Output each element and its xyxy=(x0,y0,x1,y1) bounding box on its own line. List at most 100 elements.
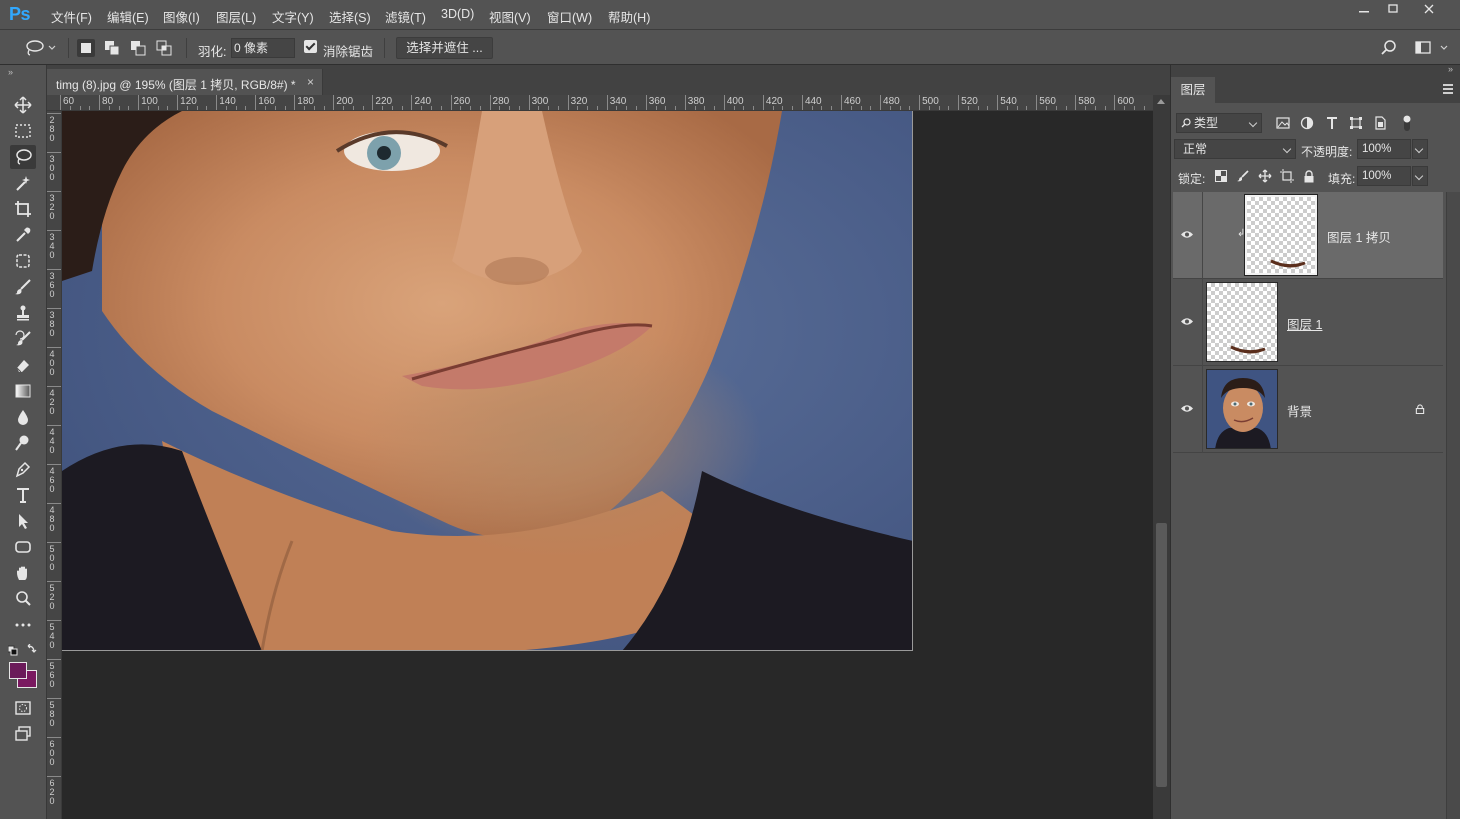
dodge-tool[interactable] xyxy=(10,431,36,455)
visibility-toggle[interactable] xyxy=(1173,366,1203,453)
ruler-label: 320 xyxy=(49,193,55,221)
menu-type[interactable]: 文字(Y) xyxy=(272,7,314,26)
screen-mode-button[interactable] xyxy=(10,722,36,746)
lock-all-button[interactable] xyxy=(1301,168,1317,184)
new-selection-button[interactable] xyxy=(77,39,95,57)
blend-mode-select[interactable]: 正常 xyxy=(1174,139,1296,159)
shape-tool[interactable] xyxy=(10,535,36,559)
filter-pixel-button[interactable] xyxy=(1275,115,1291,131)
blur-tool[interactable] xyxy=(10,405,36,429)
subtract-selection-button[interactable] xyxy=(129,39,147,57)
feather-input[interactable]: 0 像素 xyxy=(231,38,295,58)
layer-filter-select[interactable]: 类型 xyxy=(1176,113,1262,133)
frame-tool[interactable] xyxy=(10,249,36,273)
pen-tool[interactable] xyxy=(10,457,36,481)
stamp-tool[interactable] xyxy=(10,301,36,325)
document-tab-close-icon[interactable]: × xyxy=(307,75,314,89)
vertical-ruler: 280 300 320 340 360 380 400 420 440 460 480 500 520 5… xyxy=(47,111,62,819)
lock-position-button[interactable] xyxy=(1257,168,1273,184)
filter-toggle-switch[interactable] xyxy=(1399,115,1415,131)
menu-layer[interactable]: 图层(L) xyxy=(216,7,256,26)
menu-help[interactable]: 帮助(H) xyxy=(608,7,650,26)
collapse-icon[interactable]: » xyxy=(8,67,13,77)
opacity-input[interactable]: 100% xyxy=(1357,139,1411,159)
lasso-tool[interactable] xyxy=(10,145,36,169)
filter-shape-button[interactable] xyxy=(1348,115,1364,131)
maximize-button[interactable] xyxy=(1378,0,1408,18)
crop-tool[interactable] xyxy=(10,197,36,221)
menu-image[interactable]: 图像(I) xyxy=(163,7,200,26)
menu-file[interactable]: 文件(F) xyxy=(51,7,92,26)
gradient-tool[interactable] xyxy=(10,379,36,403)
menu-window[interactable]: 窗口(W) xyxy=(547,7,592,26)
visibility-toggle[interactable] xyxy=(1173,279,1203,366)
marquee-tool[interactable] xyxy=(10,119,36,143)
menu-3d[interactable]: 3D(D) xyxy=(441,7,474,21)
canvas-area[interactable] xyxy=(62,111,1153,819)
zoom-tool[interactable] xyxy=(10,587,36,611)
layer-row-layer1-copy[interactable]: ↲ 图层 1 拷贝 xyxy=(1173,192,1443,279)
fill-input[interactable]: 100% xyxy=(1357,166,1411,186)
tool-preset-picker[interactable] xyxy=(24,39,60,57)
visibility-toggle[interactable] xyxy=(1173,192,1203,279)
opacity-dropdown-button[interactable] xyxy=(1412,139,1428,159)
swap-colors-button[interactable] xyxy=(7,643,38,656)
scroll-up-arrow-icon[interactable] xyxy=(1157,99,1165,104)
layer-name[interactable]: 背景 xyxy=(1287,401,1312,420)
eyedropper-tool[interactable] xyxy=(10,223,36,247)
history-brush-tool[interactable] xyxy=(10,327,36,351)
close-button[interactable] xyxy=(1414,0,1444,18)
quick-mask-button[interactable] xyxy=(10,696,36,720)
filter-adjustment-button[interactable] xyxy=(1299,115,1315,131)
antialias-label: 消除锯齿 xyxy=(323,45,374,59)
menu-filter[interactable]: 滤镜(T) xyxy=(385,7,426,26)
eraser-tool[interactable] xyxy=(10,353,36,377)
layer-name[interactable]: 图层 1 拷贝 xyxy=(1327,227,1391,246)
layer-row-background[interactable]: 背景 xyxy=(1173,366,1443,453)
filter-smart-object-button[interactable] xyxy=(1372,115,1388,131)
document-image[interactable] xyxy=(62,111,913,651)
minimize-button[interactable] xyxy=(1349,0,1379,18)
document-tab[interactable]: timg (8).jpg @ 195% (图层 1 拷贝, RGB/8#) * … xyxy=(47,69,323,95)
foreground-color-swatch[interactable] xyxy=(9,662,27,679)
layers-panel-scrollbar[interactable] xyxy=(1446,192,1460,819)
scrollbar-thumb[interactable] xyxy=(1156,523,1167,787)
fill-dropdown-button[interactable] xyxy=(1412,166,1428,186)
canvas-vertical-scrollbar[interactable] xyxy=(1153,95,1170,819)
ruler-label: 340 xyxy=(609,96,627,107)
layers-list: ↲ 图层 1 拷贝 图层 1 背景 xyxy=(1173,192,1443,454)
magic-wand-tool[interactable] xyxy=(10,171,36,195)
layer-row-layer1[interactable]: 图层 1 xyxy=(1173,279,1443,366)
lock-artboard-button[interactable] xyxy=(1279,168,1295,184)
move-tool[interactable] xyxy=(10,93,36,117)
more-tools[interactable] xyxy=(10,613,36,637)
antialias-checkbox[interactable] xyxy=(304,40,317,53)
menu-select[interactable]: 选择(S) xyxy=(329,7,371,26)
brush-tool[interactable] xyxy=(10,275,36,299)
intersect-selection-button[interactable] xyxy=(155,39,173,57)
path-selection-tool[interactable] xyxy=(10,509,36,533)
lock-image-button[interactable] xyxy=(1235,168,1251,184)
menu-edit[interactable]: 编辑(E) xyxy=(107,7,149,26)
layer-thumbnail[interactable] xyxy=(1244,194,1318,276)
add-selection-button[interactable] xyxy=(103,39,121,57)
panel-collapse-icon[interactable]: » xyxy=(1448,64,1453,74)
workspace-button[interactable] xyxy=(1414,39,1450,57)
tab-layers[interactable]: 图层 xyxy=(1171,77,1215,103)
filter-type-button[interactable] xyxy=(1324,115,1340,131)
ruler-tick xyxy=(47,386,61,387)
ruler-tick xyxy=(47,776,61,777)
layer-thumbnail[interactable] xyxy=(1206,282,1278,362)
search-button[interactable] xyxy=(1380,39,1398,57)
lock-transparent-button[interactable] xyxy=(1213,168,1229,184)
menu-view[interactable]: 视图(V) xyxy=(489,7,531,26)
layer-name[interactable]: 图层 1 xyxy=(1287,314,1322,333)
panel-menu-icon[interactable] xyxy=(1443,84,1453,94)
layer-thumbnail[interactable] xyxy=(1206,369,1278,449)
hand-tool[interactable] xyxy=(10,561,36,585)
ruler-label: 300 xyxy=(531,96,549,107)
hand-icon xyxy=(17,566,27,580)
type-tool[interactable] xyxy=(10,483,36,507)
select-and-mask-button[interactable]: 选择并遮住 ... xyxy=(396,37,493,59)
ruler-label: 620 xyxy=(49,778,55,806)
